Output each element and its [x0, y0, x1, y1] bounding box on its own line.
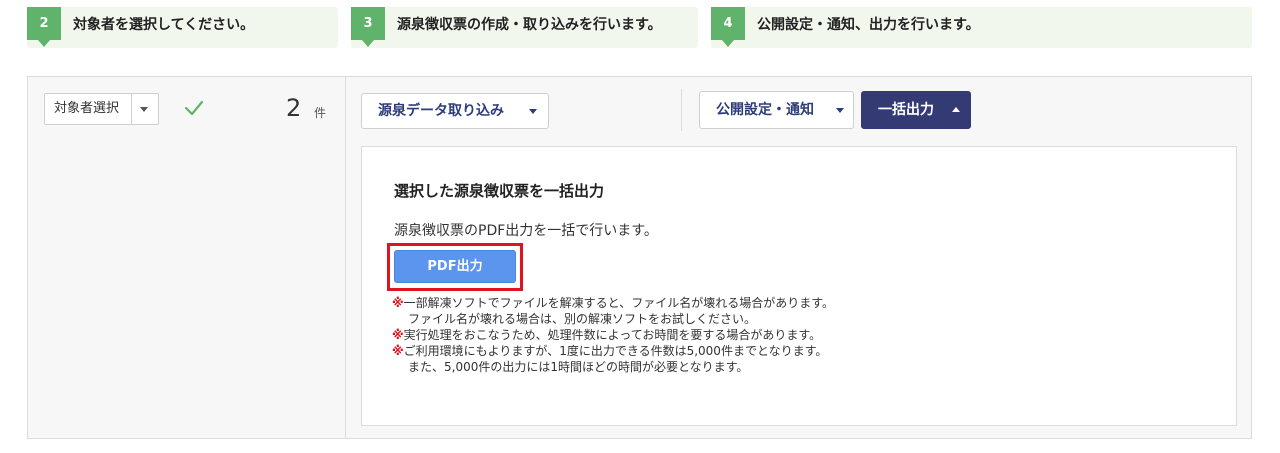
toolbar-divider [681, 89, 682, 131]
chevron-down-icon [836, 108, 844, 113]
source-data-import-label: 源泉データ取り込み [378, 103, 504, 119]
note-text: 実行処理をおこなうため、処理件数によってお時間を要する場合があります。 [403, 328, 822, 342]
target-select-label: 対象者選択 [54, 101, 120, 116]
publish-settings-button[interactable]: 公開設定・通知 [699, 91, 854, 129]
selected-count-unit: 件 [314, 106, 327, 120]
step-2: 2 対象者を選択してください。 [27, 7, 338, 48]
chevron-down-icon[interactable] [131, 94, 158, 124]
step-4-text: 公開設定・通知、出力を行います。 [757, 17, 980, 33]
bulk-output-description: 源泉徴収票のPDF出力を一括で行います。 [394, 223, 658, 239]
step-3-number: 3 [351, 7, 385, 47]
source-data-import-button[interactable]: 源泉データ取り込み [361, 93, 549, 129]
bulk-output-label: 一括出力 [878, 102, 934, 118]
pdf-output-button[interactable]: PDF出力 [394, 250, 516, 283]
step-2-number: 2 [27, 7, 61, 47]
bulk-output-panel: 選択した源泉徴収票を一括出力 源泉徴収票のPDF出力を一括で行います。 PDF出… [361, 146, 1237, 426]
step-bar: 2 対象者を選択してください。 3 源泉徴収票の作成・取り込みを行います。 4 … [0, 7, 1280, 48]
note-mark: ※ [392, 344, 404, 358]
note-item: ファイル名が壊れる場合は、別の解凍ソフトをお試しください。 [392, 311, 834, 327]
target-selection-column: 対象者選択 2 件 [28, 77, 346, 438]
note-item: また、5,000件の出力には1時間ほどの時間が必要となります。 [392, 359, 834, 375]
bulk-output-button[interactable]: 一括出力 [861, 91, 971, 129]
chevron-down-icon [529, 109, 537, 114]
chevron-up-icon [952, 107, 960, 112]
note-mark: ※ [392, 296, 404, 310]
note-item: ※ご利用環境にもよりますが、1度に出力できる件数は5,000件までとなります。 [392, 343, 834, 359]
check-icon [184, 100, 204, 116]
main-panel: 対象者選択 2 件 源泉データ取り込み 公開設定・通知 一括出力 選択した源泉徴… [27, 76, 1252, 439]
step-3: 3 源泉徴収票の作成・取り込みを行います。 [351, 7, 698, 48]
note-text: ご利用環境にもよりますが、1度に出力できる件数は5,000件までとなります。 [403, 344, 828, 358]
bulk-output-title: 選択した源泉徴収票を一括出力 [394, 182, 605, 200]
publish-settings-label: 公開設定・通知 [716, 102, 814, 118]
step-4: 4 公開設定・通知、出力を行います。 [711, 7, 1252, 48]
note-text: また、5,000件の出力には1時間ほどの時間が必要となります。 [408, 360, 749, 374]
step-3-text: 源泉徴収票の作成・取り込みを行います。 [397, 17, 662, 33]
note-text: ファイル名が壊れる場合は、別の解凍ソフトをお試しください。 [408, 312, 757, 326]
note-item: ※実行処理をおこなうため、処理件数によってお時間を要する場合があります。 [392, 327, 834, 343]
note-mark: ※ [392, 328, 404, 342]
note-item: ※一部解凍ソフトでファイルを解凍すると、ファイル名が壊れる場合があります。 [392, 295, 834, 311]
note-text: 一部解凍ソフトでファイルを解凍すると、ファイル名が壊れる場合があります。 [403, 296, 834, 310]
step-4-number: 4 [711, 7, 745, 47]
selected-count: 2 [286, 94, 302, 122]
target-select-dropdown[interactable]: 対象者選択 [44, 93, 159, 125]
step-2-text: 対象者を選択してください。 [73, 17, 255, 33]
notes-list: ※一部解凍ソフトでファイルを解凍すると、ファイル名が壊れる場合があります。 ファ… [392, 295, 834, 375]
